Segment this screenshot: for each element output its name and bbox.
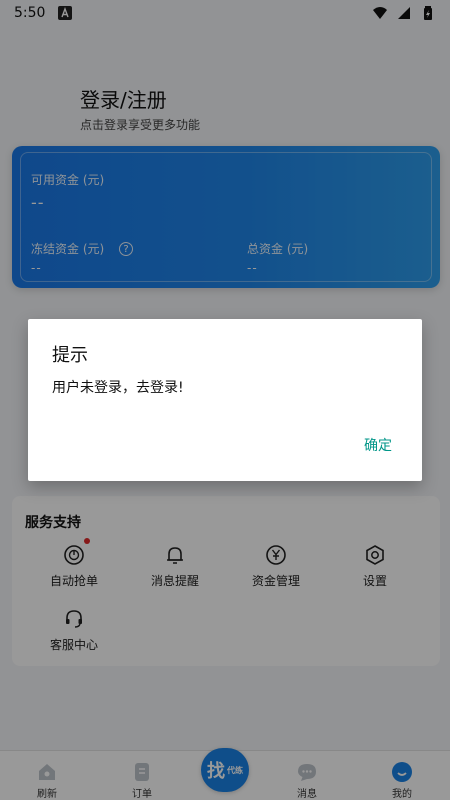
dialog-message: 用户未登录，去登录!	[52, 380, 184, 396]
confirm-button[interactable]: 确定	[362, 431, 394, 459]
login-prompt-dialog: 提示 用户未登录，去登录! 确定	[28, 319, 422, 481]
dialog-title: 提示	[52, 345, 88, 366]
